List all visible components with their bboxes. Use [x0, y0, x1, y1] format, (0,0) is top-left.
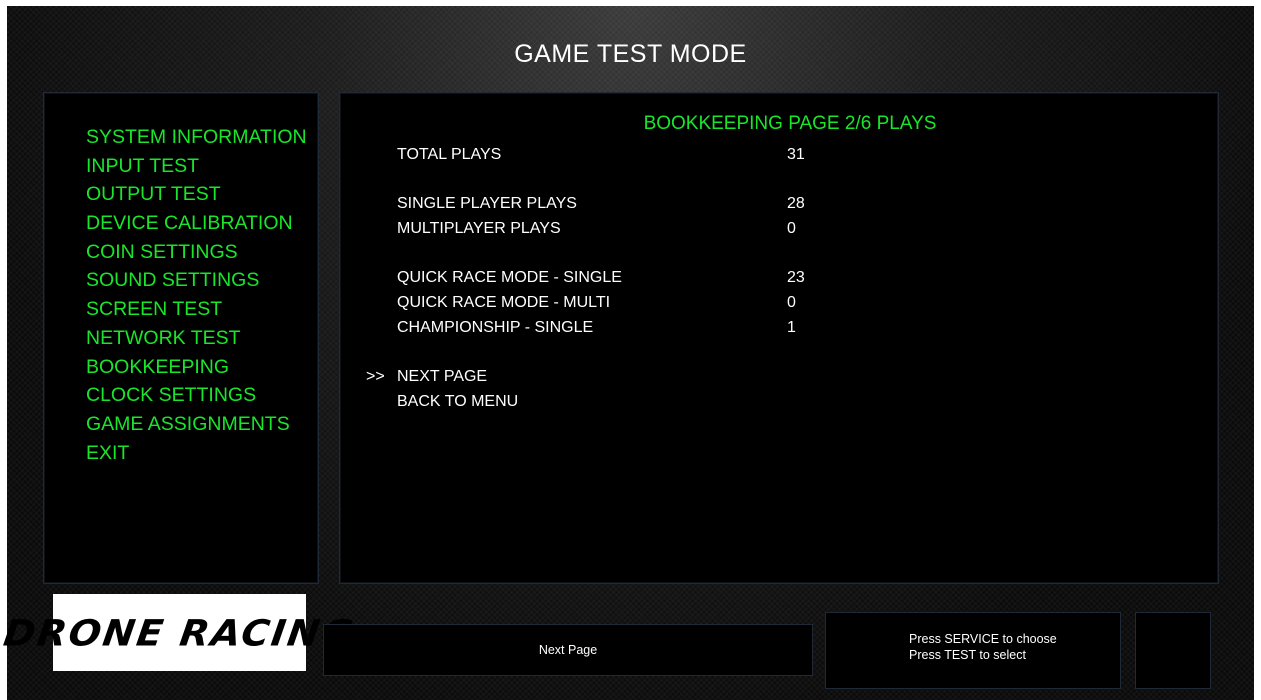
- help-box: Next Page: [323, 624, 813, 676]
- stat-label: QUICK RACE MODE - MULTI: [397, 294, 611, 311]
- status-box: [1135, 612, 1211, 689]
- logo-text: DRONE RACING: [1, 611, 358, 654]
- menu-item-output-test[interactable]: OUTPUT TEST: [86, 180, 307, 209]
- selection-cursor: >>: [366, 368, 385, 385]
- stat-label: QUICK RACE MODE - SINGLE: [397, 269, 622, 286]
- menu-item-exit[interactable]: EXIT: [86, 439, 307, 468]
- stat-value: 28: [787, 195, 805, 212]
- test-menu: SYSTEM INFORMATION INPUT TEST OUTPUT TES…: [86, 123, 307, 467]
- stat-label: TOTAL PLAYS: [397, 146, 502, 163]
- bookkeeping-heading: BOOKKEEPING PAGE 2/6 PLAYS: [643, 113, 937, 134]
- back-to-menu-option[interactable]: BACK TO MENU: [397, 393, 518, 411]
- instruction-line: Press TEST to select: [909, 648, 1026, 662]
- instructions-box: Press SERVICE to choose Press TEST to se…: [825, 612, 1121, 689]
- menu-item-coin-settings[interactable]: COIN SETTINGS: [86, 238, 307, 267]
- next-page-option[interactable]: NEXT PAGE: [397, 368, 487, 386]
- instruction-line: Press SERVICE to choose: [909, 632, 1057, 646]
- menu-panel: SYSTEM INFORMATION INPUT TEST OUTPUT TES…: [43, 92, 319, 584]
- stat-value: 31: [787, 146, 805, 163]
- menu-item-network-test[interactable]: NETWORK TEST: [86, 324, 307, 353]
- page-title: GAME TEST MODE: [514, 40, 747, 68]
- test-mode-screen: GAME TEST MODE SYSTEM INFORMATION INPUT …: [1, 6, 1254, 700]
- stat-value: 0: [787, 294, 796, 311]
- menu-item-device-calibration[interactable]: DEVICE CALIBRATION: [86, 209, 307, 238]
- menu-item-input-test[interactable]: INPUT TEST: [86, 152, 307, 181]
- stat-value: 23: [787, 269, 805, 286]
- stat-label: SINGLE PLAYER PLAYS: [397, 195, 577, 212]
- drone-racing-logo: DRONE RACING: [1, 594, 358, 671]
- menu-item-bookkeeping[interactable]: BOOKKEEPING: [86, 353, 307, 382]
- menu-item-system-information[interactable]: SYSTEM INFORMATION: [86, 123, 307, 152]
- bookkeeping-panel: BOOKKEEPING PAGE 2/6 PLAYS TOTAL PLAYS 3…: [339, 92, 1219, 584]
- stat-label: MULTIPLAYER PLAYS: [397, 220, 561, 237]
- menu-item-clock-settings[interactable]: CLOCK SETTINGS: [86, 381, 307, 410]
- stat-value: 1: [787, 319, 796, 336]
- menu-item-sound-settings[interactable]: SOUND SETTINGS: [86, 266, 307, 295]
- help-text: Next Page: [538, 643, 598, 657]
- menu-item-game-assignments[interactable]: GAME ASSIGNMENTS: [86, 410, 307, 439]
- menu-item-screen-test[interactable]: SCREEN TEST: [86, 295, 307, 324]
- stat-label: CHAMPIONSHIP - SINGLE: [397, 319, 594, 336]
- stat-value: 0: [787, 220, 796, 237]
